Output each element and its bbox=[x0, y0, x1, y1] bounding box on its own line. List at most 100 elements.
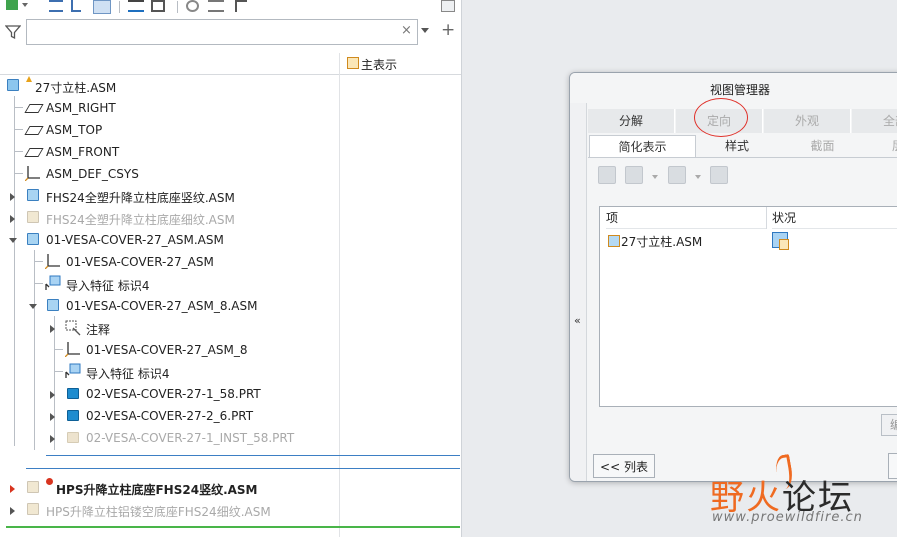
collapse-arrow-icon[interactable] bbox=[9, 238, 17, 243]
tree-item-asm-right[interactable]: ASM_RIGHT bbox=[0, 97, 339, 119]
expand-arrow-icon[interactable] bbox=[50, 391, 55, 399]
assembly-icon bbox=[27, 503, 39, 515]
list-toggle-button[interactable]: << 列表 bbox=[593, 454, 655, 478]
tree-item-label: 注释 bbox=[86, 323, 111, 337]
edit-dropdown-icon[interactable] bbox=[652, 175, 658, 179]
tree-item-vesa-cover-asm[interactable]: 01-VESA-COVER-27_ASM.ASM bbox=[0, 229, 339, 251]
add-filter-icon[interactable]: + bbox=[441, 21, 455, 39]
tree-item-hps-fhs24-vertical[interactable]: HPS升降立柱底座FHS24竖纹.ASM bbox=[0, 477, 339, 499]
tree-item-fhs24-fine[interactable]: FHS24全塑升降立柱底座细纹.ASM bbox=[0, 207, 339, 229]
tree-item-asm-front[interactable]: ASM_FRONT bbox=[0, 141, 339, 163]
simplified-rep-icon bbox=[347, 57, 359, 69]
subtab-style[interactable]: 样式 bbox=[697, 135, 777, 157]
column-header-status[interactable]: 状况 bbox=[772, 207, 897, 229]
column-header-label[interactable]: 主表示 bbox=[361, 56, 397, 73]
tree-item-label: 导入特征 标识4 bbox=[66, 279, 150, 293]
edit-button[interactable]: 编 bbox=[881, 414, 897, 436]
new-rep-icon[interactable] bbox=[598, 166, 616, 184]
tree-item-annotation[interactable]: 注释 bbox=[0, 317, 339, 339]
tree-item-root-assembly[interactable]: 27寸立柱.ASM bbox=[0, 75, 339, 97]
part-icon bbox=[67, 410, 79, 421]
properties-icon[interactable] bbox=[710, 166, 728, 184]
expand-arrow-icon[interactable] bbox=[50, 435, 55, 443]
collapse-all-icon[interactable] bbox=[71, 0, 81, 12]
tree-item-asm-def-csys[interactable]: ASM_DEF_CSYS bbox=[0, 163, 339, 185]
tree-item-label: 01-VESA-COVER-27_ASM.ASM bbox=[46, 233, 224, 247]
save-dropdown-icon[interactable] bbox=[695, 175, 701, 179]
tree-item-vesa-cover-asm8[interactable]: 01-VESA-COVER-27_ASM_8.ASM bbox=[0, 295, 339, 317]
dialog-title[interactable]: 视图管理器 bbox=[570, 73, 897, 103]
expand-arrow-icon[interactable] bbox=[10, 485, 15, 493]
tree-columns-icon[interactable] bbox=[151, 0, 165, 12]
column-header-item[interactable]: 项 bbox=[606, 207, 766, 229]
tree-item-label: 02-VESA-COVER-27-2_6.PRT bbox=[86, 409, 254, 423]
filter-icon[interactable] bbox=[5, 24, 21, 40]
tree-item-label: ASM_FRONT bbox=[46, 145, 120, 159]
list-item[interactable]: 27寸立柱.ASM bbox=[621, 233, 702, 250]
gear-icon[interactable] bbox=[186, 0, 199, 12]
tree-item-import-feature-2[interactable]: 导入特征 标识4 bbox=[0, 361, 339, 383]
tree-item-label: FHS24全塑升降立柱底座细纹.ASM bbox=[46, 213, 235, 227]
clear-search-icon[interactable]: × bbox=[401, 24, 412, 38]
tree-item-label: HPS升降立柱铝镂空底座FHS24细纹.ASM bbox=[46, 505, 271, 519]
csys-icon bbox=[25, 166, 40, 181]
tree-item-label: HPS升降立柱底座FHS24竖纹.ASM bbox=[56, 483, 258, 497]
insert-position-line bbox=[26, 468, 460, 469]
collapse-panel-button[interactable]: « bbox=[570, 103, 587, 481]
tree-item-part-27-1-inst-58[interactable]: 02-VESA-COVER-27-1_INST_58.PRT bbox=[0, 427, 339, 449]
tree-item-vesa-csys[interactable]: 01-VESA-COVER-27_ASM bbox=[0, 251, 339, 273]
tree-item-fhs24-vertical[interactable]: FHS24全塑升降立柱底座竖纹.ASM bbox=[0, 185, 339, 207]
tree-item-label: 导入特征 标识4 bbox=[86, 367, 170, 381]
tab-appearance[interactable]: 外观 bbox=[764, 109, 851, 133]
expand-all-icon[interactable] bbox=[49, 0, 63, 12]
assembly-icon bbox=[7, 79, 19, 91]
representation-list: 项 状况 27寸立柱.ASM bbox=[599, 206, 897, 407]
tree-item-label: ASM_DEF_CSYS bbox=[46, 167, 139, 181]
assembly-icon bbox=[27, 233, 39, 245]
expand-arrow-icon[interactable] bbox=[50, 325, 55, 333]
import-feature-icon bbox=[65, 363, 81, 378]
toolbar-separator bbox=[177, 1, 178, 13]
toolbar-separator bbox=[119, 1, 120, 13]
model-tree-panel: × + 主表示 27寸立柱.ASM ASM_RIGHT ASM_TOP ASM_… bbox=[0, 0, 462, 537]
tab-all[interactable]: 全部 bbox=[852, 109, 897, 133]
filter-dropdown-icon[interactable] bbox=[421, 28, 429, 33]
tab-explode[interactable]: 分解 bbox=[588, 109, 675, 133]
tree-item-vesa-csys-8[interactable]: 01-VESA-COVER-27_ASM_8 bbox=[0, 339, 339, 361]
model-tree-icon[interactable] bbox=[6, 0, 18, 10]
close-button[interactable] bbox=[888, 453, 897, 479]
panel-options-icon[interactable] bbox=[441, 0, 455, 12]
collapse-arrow-icon[interactable] bbox=[29, 304, 37, 309]
tree-item-hps-fhs24-fine[interactable]: HPS升降立柱铝镂空底座FHS24细纹.ASM bbox=[0, 499, 339, 521]
assembly-icon bbox=[608, 235, 620, 247]
subtab-section[interactable]: 截面 bbox=[780, 135, 865, 157]
edit-rep-icon[interactable] bbox=[625, 166, 643, 184]
tree-item-label: 02-VESA-COVER-27-1_INST_58.PRT bbox=[86, 431, 295, 445]
tree-item-label: 02-VESA-COVER-27-1_58.PRT bbox=[86, 387, 261, 401]
tree-settings-dropdown-icon[interactable] bbox=[22, 3, 28, 7]
tree-item-part-27-1-58[interactable]: 02-VESA-COVER-27-1_58.PRT bbox=[0, 383, 339, 405]
tree-item-part-27-2-6[interactable]: 02-VESA-COVER-27-2_6.PRT bbox=[0, 405, 339, 427]
error-icon bbox=[46, 478, 53, 485]
column-divider[interactable] bbox=[339, 53, 340, 537]
highlight-circle bbox=[694, 98, 748, 137]
tree-search-row: × + bbox=[0, 19, 461, 47]
tree-filter-icon[interactable] bbox=[128, 0, 144, 12]
import-feature-icon bbox=[45, 275, 61, 290]
expand-arrow-icon[interactable] bbox=[10, 507, 15, 515]
show-tree-icon[interactable] bbox=[93, 0, 111, 14]
subtab-simplified-rep[interactable]: 简化表示 bbox=[589, 135, 696, 157]
list-settings-icon[interactable] bbox=[208, 0, 224, 12]
expand-arrow-icon[interactable] bbox=[10, 215, 15, 223]
subtab-layer[interactable]: 层 bbox=[868, 135, 897, 157]
save-rep-icon[interactable] bbox=[668, 166, 686, 184]
tree-item-label: ASM_RIGHT bbox=[46, 101, 116, 115]
expand-arrow-icon[interactable] bbox=[50, 413, 55, 421]
select-cursor-icon[interactable] bbox=[235, 0, 247, 12]
expand-arrow-icon[interactable] bbox=[10, 193, 15, 201]
tree-search-input[interactable] bbox=[26, 19, 418, 45]
column-divider[interactable] bbox=[766, 207, 767, 229]
tree-item-asm-top[interactable]: ASM_TOP bbox=[0, 119, 339, 141]
tree-item-label: ASM_TOP bbox=[46, 123, 103, 137]
tree-item-import-feature[interactable]: 导入特征 标识4 bbox=[0, 273, 339, 295]
